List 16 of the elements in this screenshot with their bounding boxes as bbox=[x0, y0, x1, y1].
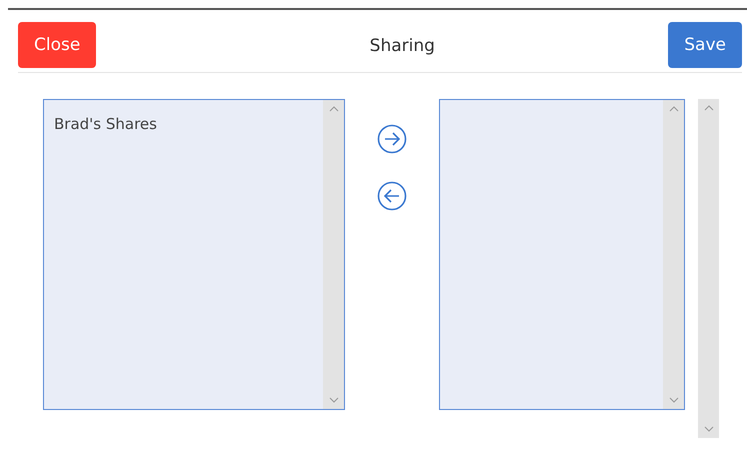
arrow-right-circle-icon[interactable] bbox=[377, 124, 407, 154]
chevron-down-icon[interactable] bbox=[668, 397, 678, 403]
chevron-down-icon[interactable] bbox=[328, 397, 338, 403]
scrollbar[interactable] bbox=[698, 99, 719, 438]
arrow-left-circle-icon[interactable] bbox=[377, 181, 407, 211]
chevron-up-icon[interactable] bbox=[704, 105, 714, 111]
chevron-up-icon[interactable] bbox=[668, 106, 678, 112]
chevron-down-icon[interactable] bbox=[704, 426, 714, 432]
dialog-title: Sharing bbox=[370, 36, 435, 56]
scrollbar[interactable] bbox=[663, 100, 684, 409]
save-button[interactable]: Save bbox=[668, 22, 742, 68]
list-item[interactable]: Brad's Shares bbox=[54, 115, 313, 133]
scrollbar[interactable] bbox=[323, 100, 344, 409]
chevron-up-icon[interactable] bbox=[328, 106, 338, 112]
list-box[interactable]: Brad's Shares bbox=[43, 99, 345, 410]
close-button[interactable]: Close bbox=[18, 22, 96, 68]
